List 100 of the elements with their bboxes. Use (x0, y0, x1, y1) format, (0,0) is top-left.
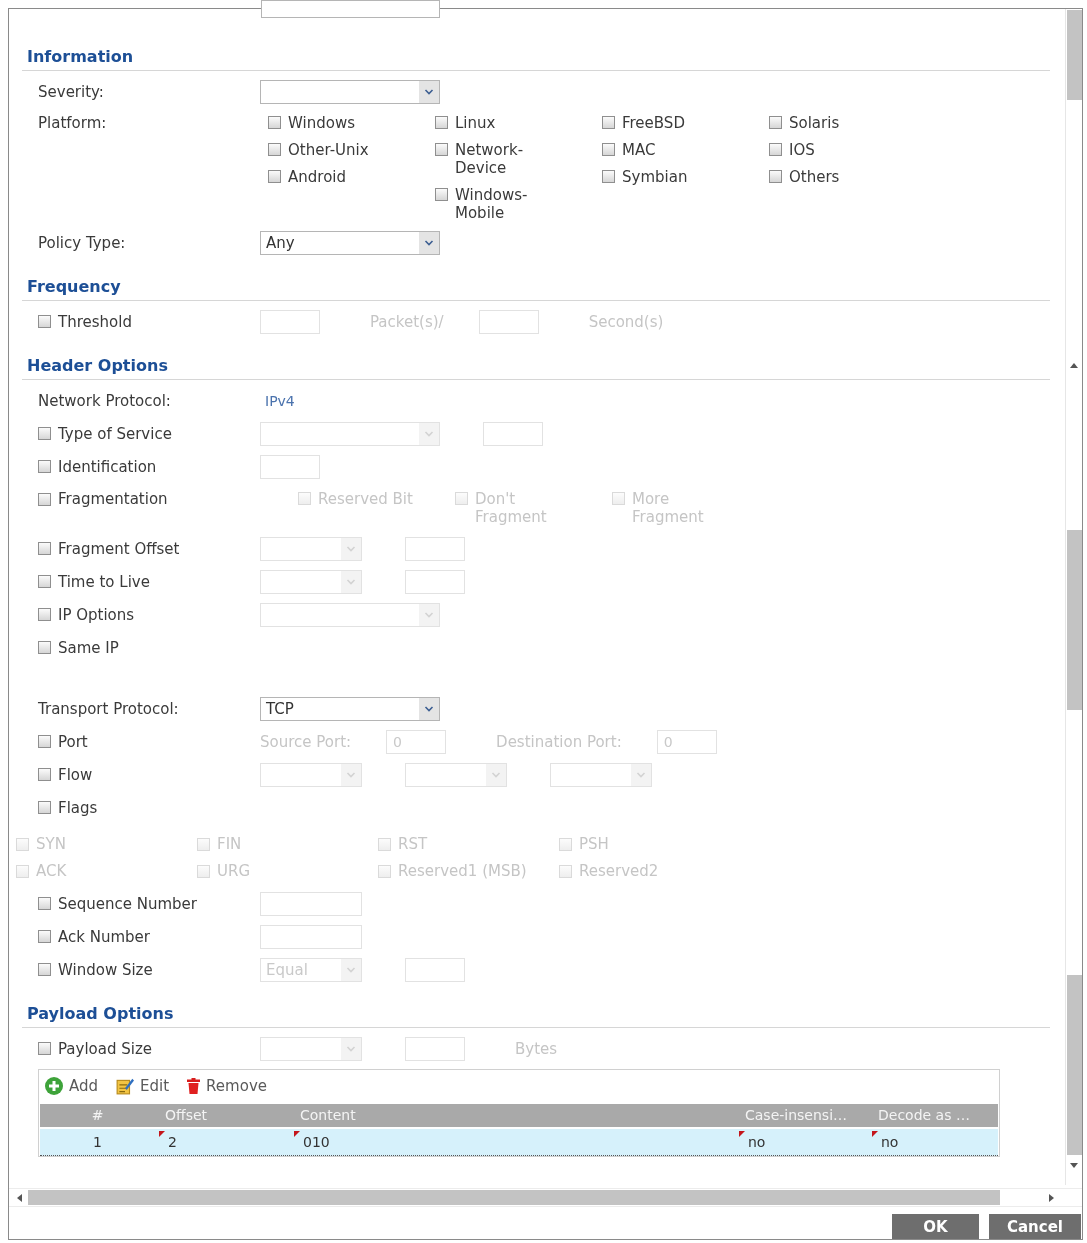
table-cell: 010 (303, 1133, 330, 1151)
up-arrow-icon[interactable] (1070, 363, 1078, 368)
down-arrow-icon[interactable] (1070, 1163, 1078, 1168)
checkbox-label: PSH (579, 835, 609, 853)
scrollbar-thumb[interactable] (1066, 530, 1082, 710)
chevron-down-icon (419, 603, 439, 626)
field-label: Network Protocol: (38, 391, 171, 410)
field-caption: Source Port: (260, 732, 352, 751)
checkbox-label: Others (789, 168, 840, 186)
checkbox-label: Windows-Mobile (455, 186, 529, 222)
checkbox-label: Sequence Number (58, 894, 197, 913)
checkbox-label: Ack Number (58, 927, 150, 946)
section-heading: Frequency (27, 277, 121, 296)
section-heading: Header Options (27, 356, 168, 375)
checkbox-label: Don't Fragment (475, 490, 548, 526)
checkbox-label: FreeBSD (622, 114, 685, 132)
checkbox[interactable] (38, 608, 51, 621)
scrollbar-thumb[interactable] (1066, 975, 1082, 1155)
checkbox[interactable] (268, 170, 281, 183)
chevron-down-icon (341, 537, 361, 560)
checkbox-label: Network-Device (455, 141, 525, 177)
checkbox-label: Same IP (58, 638, 119, 657)
chevron-down-icon (419, 422, 439, 445)
chevron-down-icon (341, 1037, 361, 1060)
right-arrow-icon[interactable] (1049, 1193, 1054, 1202)
checkbox[interactable] (38, 1042, 51, 1055)
field-label: Transport Protocol: (38, 699, 179, 718)
checkbox-label: Identification (58, 457, 157, 476)
checkbox-label: Windows (288, 114, 355, 132)
chevron-down-icon (341, 763, 361, 786)
chevron-down-icon (341, 570, 361, 593)
checkbox[interactable] (38, 315, 51, 328)
checkbox-label: Fragment Offset (58, 539, 180, 558)
dialog-button[interactable]: Cancel (989, 1214, 1081, 1239)
checkbox[interactable] (38, 930, 51, 943)
checkbox-label: Window Size (58, 960, 153, 979)
checkbox[interactable] (602, 170, 615, 183)
checkbox[interactable] (38, 542, 51, 555)
checkbox[interactable] (38, 897, 51, 910)
table-row[interactable]: 1 2 010 no no (40, 1129, 998, 1156)
checkbox[interactable] (38, 735, 51, 748)
table-cell: 1 (93, 1133, 102, 1151)
checkbox[interactable] (38, 963, 51, 976)
checkbox[interactable] (435, 188, 448, 201)
section-heading: Payload Options (27, 1004, 174, 1023)
chevron-down-icon (419, 697, 439, 720)
checkbox[interactable] (268, 116, 281, 129)
chevron-down-icon (486, 763, 506, 786)
checkbox[interactable] (769, 116, 782, 129)
field-caption: Packet(s)/ (370, 312, 444, 331)
checkbox[interactable] (38, 492, 51, 506)
table-cell: no (748, 1133, 766, 1151)
checkbox-label: IP Options (58, 605, 135, 624)
vertical-scrollbar[interactable] (1065, 9, 1082, 1185)
field-label: Policy Type: (38, 233, 126, 252)
checkbox[interactable] (769, 170, 782, 183)
horizontal-scrollbar[interactable] (9, 1188, 1082, 1207)
checkbox[interactable] (38, 641, 51, 654)
checkbox[interactable] (38, 801, 51, 814)
checkbox-label: Type of Service (58, 424, 172, 443)
checkbox-label: Linux (455, 114, 496, 132)
checkbox[interactable] (38, 575, 51, 588)
toolbar-button[interactable]: Edit (116, 1077, 170, 1095)
field-label: Platform: (38, 114, 107, 132)
field-caption: Second(s) (588, 312, 664, 331)
chevron-down-icon (419, 80, 439, 103)
checkbox[interactable] (435, 143, 448, 156)
checkbox-label: Fragmentation (58, 490, 168, 508)
checkbox[interactable] (38, 768, 51, 781)
checkbox-label: ACK (36, 862, 67, 880)
scrollbar-thumb[interactable] (28, 1190, 1000, 1205)
checkbox-label: Symbian (622, 168, 688, 186)
checkbox[interactable] (38, 427, 51, 440)
field-caption: Bytes (515, 1039, 558, 1058)
checkbox[interactable] (769, 143, 782, 156)
checkbox-label: IOS (789, 141, 815, 159)
checkbox[interactable] (435, 116, 448, 129)
checkbox[interactable] (602, 116, 615, 129)
checkbox[interactable] (38, 460, 51, 473)
add-icon (45, 1077, 63, 1095)
checkbox-label: Reserved2 (579, 862, 659, 880)
text-input[interactable] (261, 0, 440, 18)
checkbox-label: Android (288, 168, 346, 186)
dropdown-select[interactable]: TCP (260, 696, 440, 721)
dropdown-select[interactable] (260, 79, 440, 104)
scrollbar-thumb[interactable] (1066, 10, 1082, 100)
left-arrow-icon[interactable] (17, 1193, 22, 1202)
checkbox-label: URG (217, 862, 251, 880)
dialog-button[interactable]: OK (892, 1214, 979, 1239)
trash-icon (187, 1078, 201, 1094)
checkbox-label: Other-Unix (288, 141, 369, 159)
field-caption: Destination Port: (496, 732, 622, 751)
checkbox-label: Payload Size (58, 1039, 153, 1058)
toolbar-button[interactable]: Remove (187, 1077, 267, 1095)
toolbar-button[interactable]: Add (45, 1077, 99, 1095)
checkbox[interactable] (268, 143, 281, 156)
section-heading: Information (27, 47, 134, 66)
checkbox[interactable] (602, 143, 615, 156)
dropdown-select[interactable]: Any (260, 230, 440, 255)
checkbox-label: Flags (58, 798, 98, 817)
